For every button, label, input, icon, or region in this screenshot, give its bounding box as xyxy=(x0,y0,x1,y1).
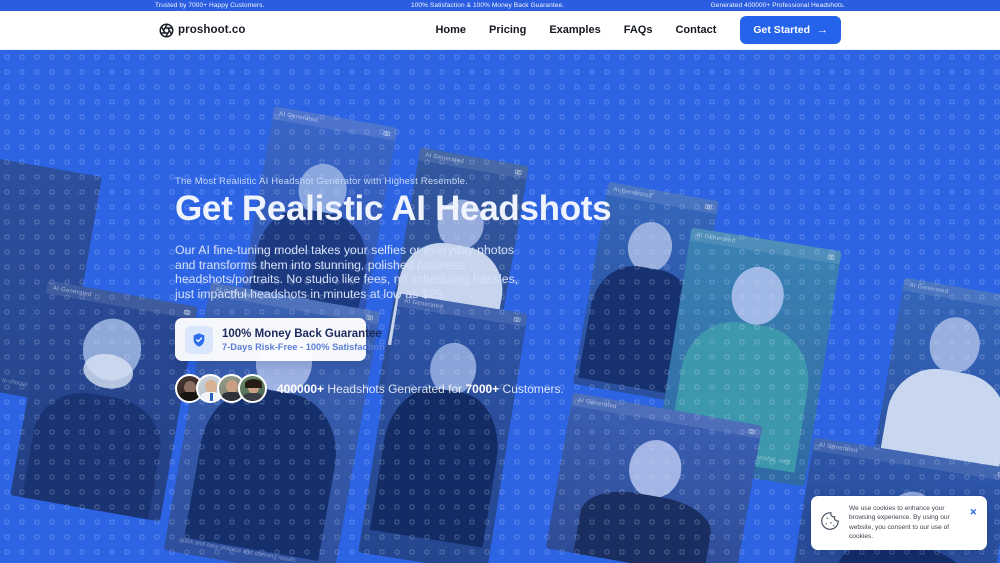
nav-menu: Home Pricing Examples FAQs Contact xyxy=(435,24,716,36)
social-proof-text: 400000+ Headshots Generated for 7000+ Cu… xyxy=(277,382,564,396)
camera-icon xyxy=(827,253,835,260)
close-icon[interactable]: ✕ xyxy=(969,508,977,517)
camera-icon xyxy=(183,308,191,315)
customer-avatars xyxy=(175,374,267,403)
camera-icon xyxy=(366,313,374,320)
hero-section: AI Generated AI Generated so many option… xyxy=(0,50,1000,563)
guarantee-subtitle: 7-Days Risk-Free - 100% Satisfaction xyxy=(222,342,385,352)
nav-link-pricing[interactable]: Pricing xyxy=(489,24,526,36)
cookie-consent-banner: We use cookies to enhance your browsing … xyxy=(811,496,987,550)
customers-count: 7000+ xyxy=(465,382,499,396)
hero-title: Get Realistic AI Headshots xyxy=(175,189,615,229)
headshots-count: 400000+ xyxy=(277,382,324,396)
camera-icon xyxy=(513,315,521,322)
camera-icon xyxy=(514,168,522,175)
brand-logo[interactable]: proshoot.co xyxy=(159,23,246,38)
arrow-right-icon: → xyxy=(817,25,828,36)
avatar xyxy=(238,374,267,403)
hero-description: Our AI fine-tuning model takes your self… xyxy=(175,243,529,301)
cookie-icon xyxy=(819,510,841,542)
nav-link-home[interactable]: Home xyxy=(435,24,466,36)
camera-icon xyxy=(383,129,391,136)
get-started-button[interactable]: Get Started → xyxy=(740,16,841,44)
guarantee-title: 100% Money Back Guarantee xyxy=(222,328,385,340)
nav-link-contact[interactable]: Contact xyxy=(675,24,716,36)
hero-tagline: The Most Realistic AI Headshot Generator… xyxy=(175,176,595,187)
announcement-bar: Trusted by 7000+ Happy Customers. 100% S… xyxy=(0,0,1000,11)
camera-icon xyxy=(748,427,756,434)
social-proof: 400000+ Headshots Generated for 7000+ Cu… xyxy=(175,374,564,403)
navbar: proshoot.co Home Pricing Examples FAQs C… xyxy=(0,11,1000,50)
shield-check-icon xyxy=(185,326,213,354)
announcement-trusted: Trusted by 7000+ Happy Customers. xyxy=(155,2,264,9)
nav-link-faqs[interactable]: FAQs xyxy=(624,24,653,36)
announcement-satisfaction: 100% Satisfaction & 100% Money Back Guar… xyxy=(411,2,564,9)
cookie-message: We use cookies to enhance your browsing … xyxy=(849,504,978,542)
camera-icon xyxy=(704,202,712,209)
aperture-logo-icon xyxy=(159,23,174,38)
money-back-guarantee-card: 100% Money Back Guarantee 7-Days Risk-Fr… xyxy=(175,318,366,361)
brand-name: proshoot.co xyxy=(178,24,246,36)
announcement-generated: Generated 400000+ Professional Headshots… xyxy=(711,2,845,9)
nav-link-examples[interactable]: Examples xyxy=(549,24,600,36)
